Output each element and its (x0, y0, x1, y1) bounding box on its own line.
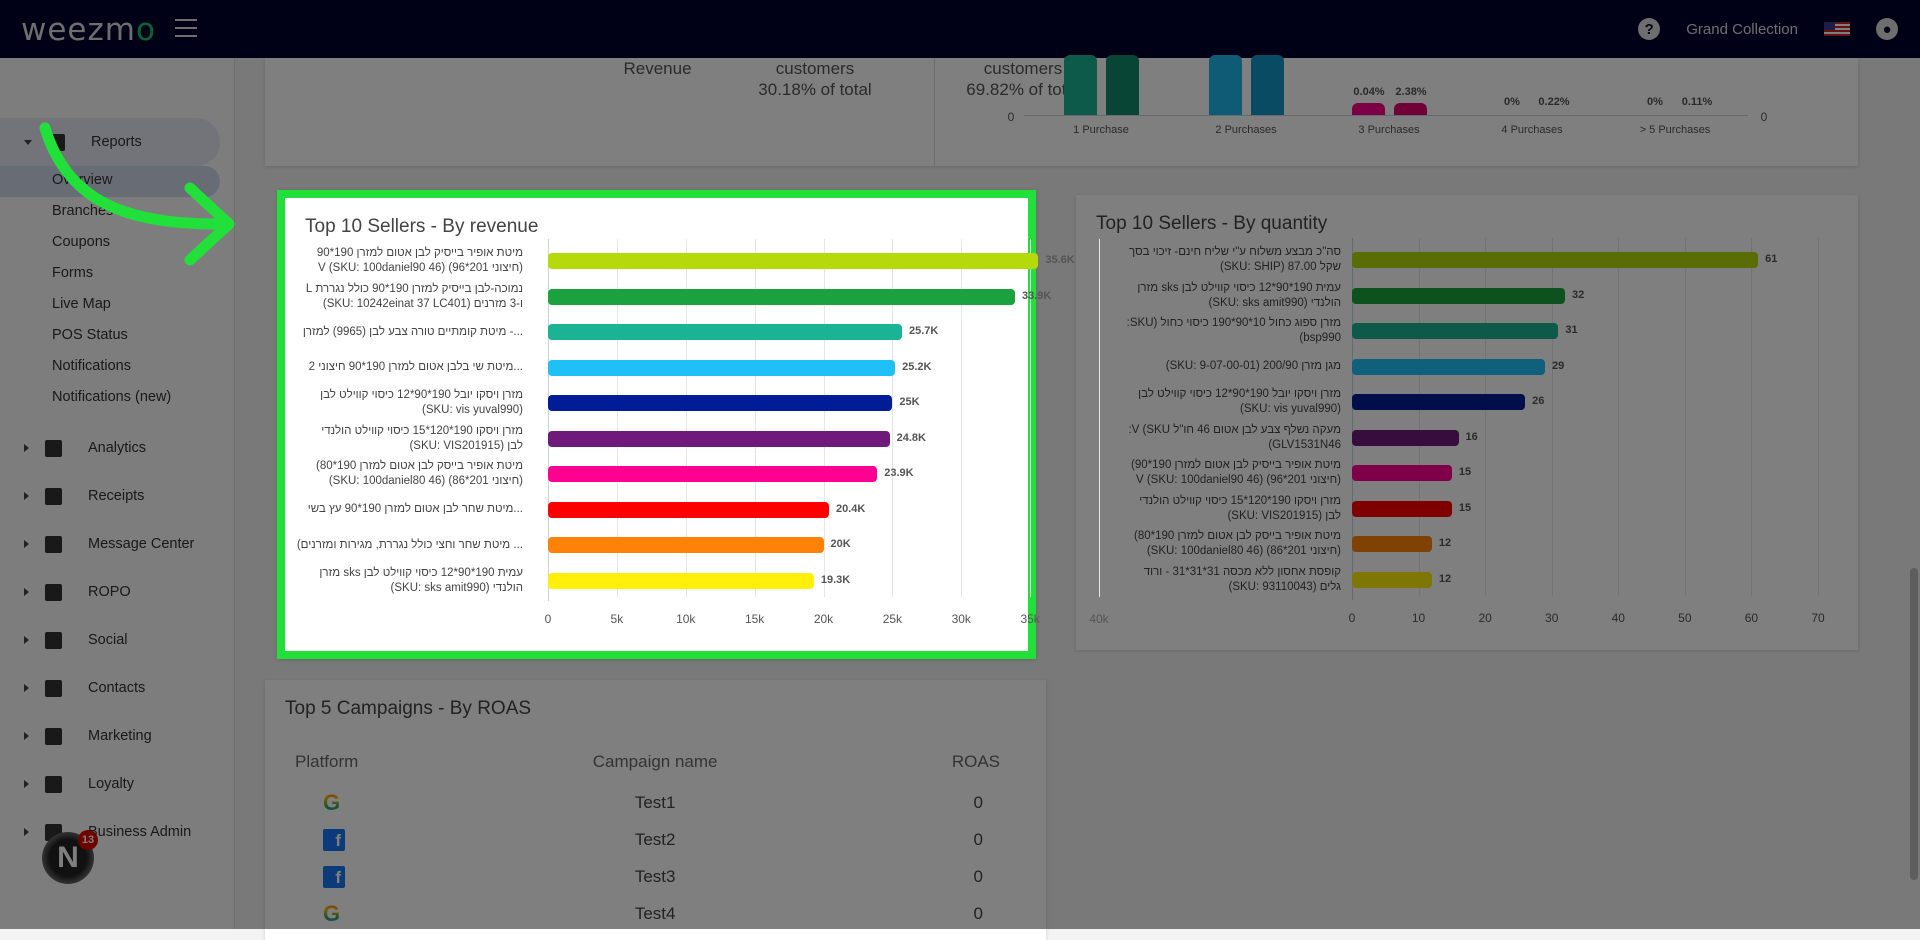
category-label-line: (SKU: vis yuval990) (421, 404, 523, 416)
category-label-line: ו-3 מזרנים (SKU: 10242einat 37 LC401) (322, 297, 523, 310)
category-label: מזרן ויסקו 190*120*15 כיסוי קווילט הולנד… (321, 424, 523, 454)
category-label: ...- מיטת קומתיים טורה צבע לבן (9965) למ… (303, 325, 523, 340)
data-label: 20.4K (836, 502, 866, 515)
category-label: ...מיטת שי בלבן אטום למזרן 190*90 חיצוני… (309, 360, 523, 375)
data-label: 20K (830, 538, 851, 550)
category-label-line: מזרן ויסקו יובל 190*90*12 כיסוי קווילט ל… (320, 389, 523, 401)
top-sellers-revenue-card: Top 10 Sellers - By revenue 0 5k 10k 15k 20k 2… (277, 190, 1109, 659)
x-tick-label: 0 (544, 612, 552, 626)
data-label: 24.8K (896, 431, 926, 444)
category-label-line: ...מיטת שחר לבן אטום למזרן 190*90 עץ בשי (307, 503, 523, 515)
bar[interactable] (548, 466, 878, 482)
bar[interactable] (548, 572, 814, 589)
x-tick-label: 40k (1089, 612, 1109, 626)
data-label: 23.9K (884, 467, 914, 479)
data-label: 35.6K (1045, 254, 1075, 266)
bar[interactable] (548, 537, 824, 553)
bar[interactable] (548, 324, 903, 340)
category-label: נמוכה-לבן בייסיק למזרן 190*90 כולל נגררת… (306, 282, 523, 312)
category-label: מזרן ויסקו יובל 190*90*12 כיסוי קווילט ל… (320, 388, 523, 418)
category-label: עמית 190*90*12 כיסוי קווילט לבן sks מזרן… (319, 566, 523, 596)
x-tick-label: 20k (813, 612, 834, 626)
category-label-line: עמית 190*90*12 כיסוי קווילט לבן sks מזרן (319, 566, 523, 579)
category-label-line: הולנדי (SKU: sks amit990) (390, 581, 523, 594)
bar[interactable] (548, 395, 893, 411)
category-label-line: (חיצוני 201*86) (SKU: 100daniel80 46) (328, 475, 523, 487)
category-label: ...מיטת שחר לבן אטום למזרן 190*90 עץ בשי (308, 502, 523, 517)
category-label: מיטת אופיר בייסק לבן אטום למזרן 190*80) (… (316, 459, 523, 489)
gridline (1099, 239, 1100, 597)
tutorial-arrow-icon (39, 122, 235, 266)
data-label: 25.2K (902, 360, 932, 373)
bar[interactable] (548, 359, 896, 376)
category-label-line: מזרן ויסקו 190*120*15 כיסוי קווילט הולנד… (321, 424, 523, 437)
category-label-line: ...- מיטת קומתיים טורה צבע לבן (9965) למ… (302, 325, 523, 338)
x-tick-label: 10k (676, 612, 696, 626)
category-label-line: נמוכה-לבן בייסיק למזרן 190*90 כולל נגררת… (305, 282, 523, 295)
x-tick-label: 25k (882, 612, 903, 626)
card-title: Top 10 Sellers - By revenue (305, 216, 539, 237)
category-label-line: (חיצוני 201*96) V (SKU: 100daniel90 46) (317, 262, 523, 274)
category-label-line: ...מיטת שי בלבן אטום למזרן 190*90 חיצוני… (308, 361, 523, 373)
data-label: 25K (899, 396, 920, 408)
category-label-line: מיטת אופיר בייסיק לבן אטום למזרן 190*90 (316, 247, 523, 259)
data-label: 33.9K (1021, 289, 1052, 302)
category-label-line: ... מיטת שחר וחצי כולל נגררת, מגירות ומז… (296, 538, 523, 551)
bar[interactable] (548, 288, 1015, 305)
x-tick-label: 35k (1020, 612, 1040, 626)
x-tick-label: 5k (610, 612, 624, 626)
bar[interactable] (548, 430, 890, 447)
data-label: 19.3K (820, 573, 851, 586)
x-tick-label: 30k (951, 612, 971, 626)
x-tick-label: 15k (744, 612, 765, 626)
bar[interactable] (548, 253, 1039, 269)
bar[interactable] (548, 501, 829, 518)
category-label-line: מיטת אופיר בייסק לבן אטום למזרן 190*80) (316, 460, 523, 472)
category-label: ... מיטת שחר וחצי כולל נגררת, מגירות ומז… (297, 538, 523, 553)
category-label-line: לבן (SKU: VIS201915) (409, 439, 523, 452)
data-label: 25.7K (909, 325, 939, 337)
category-label: מיטת אופיר בייסיק לבן אטום למזרן 190*90 (… (317, 246, 523, 276)
